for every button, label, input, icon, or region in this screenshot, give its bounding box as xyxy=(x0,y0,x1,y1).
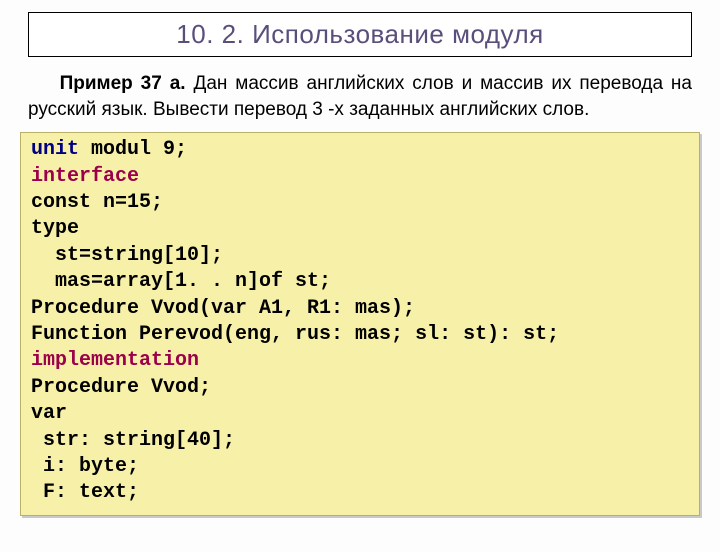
code-line-13: i: byte; xyxy=(31,455,139,478)
code-line-6: mas=array[1. . n]of st; xyxy=(31,270,331,293)
code-line-12: str: string[40]; xyxy=(31,429,235,452)
code-line-11: var xyxy=(31,402,67,425)
example-intro: Пример 37 а. Дан массив английских слов … xyxy=(28,71,692,122)
code-line-2: interface xyxy=(31,165,139,188)
code-line-10: Procedure Vvod; xyxy=(31,376,211,399)
code-line-1-kw: unit xyxy=(31,138,79,161)
section-heading: 10. 2. Использование модуля xyxy=(28,12,692,57)
code-line-4: type xyxy=(31,217,79,240)
code-line-9: implementation xyxy=(31,349,199,372)
code-line-8: Function Perevod(eng, rus: mas; sl: st):… xyxy=(31,323,559,346)
code-block: unit modul 9; interface const n=15; type… xyxy=(20,132,700,515)
code-line-1-rest: modul 9; xyxy=(79,138,187,161)
code-line-3: const n=15; xyxy=(31,191,163,214)
code-line-5: st=string[10]; xyxy=(31,244,223,267)
code-line-7: Procedure Vvod(var A1, R1: mas); xyxy=(31,297,415,320)
example-label: Пример 37 а. xyxy=(60,73,186,94)
code-line-14: F: text; xyxy=(31,481,139,504)
